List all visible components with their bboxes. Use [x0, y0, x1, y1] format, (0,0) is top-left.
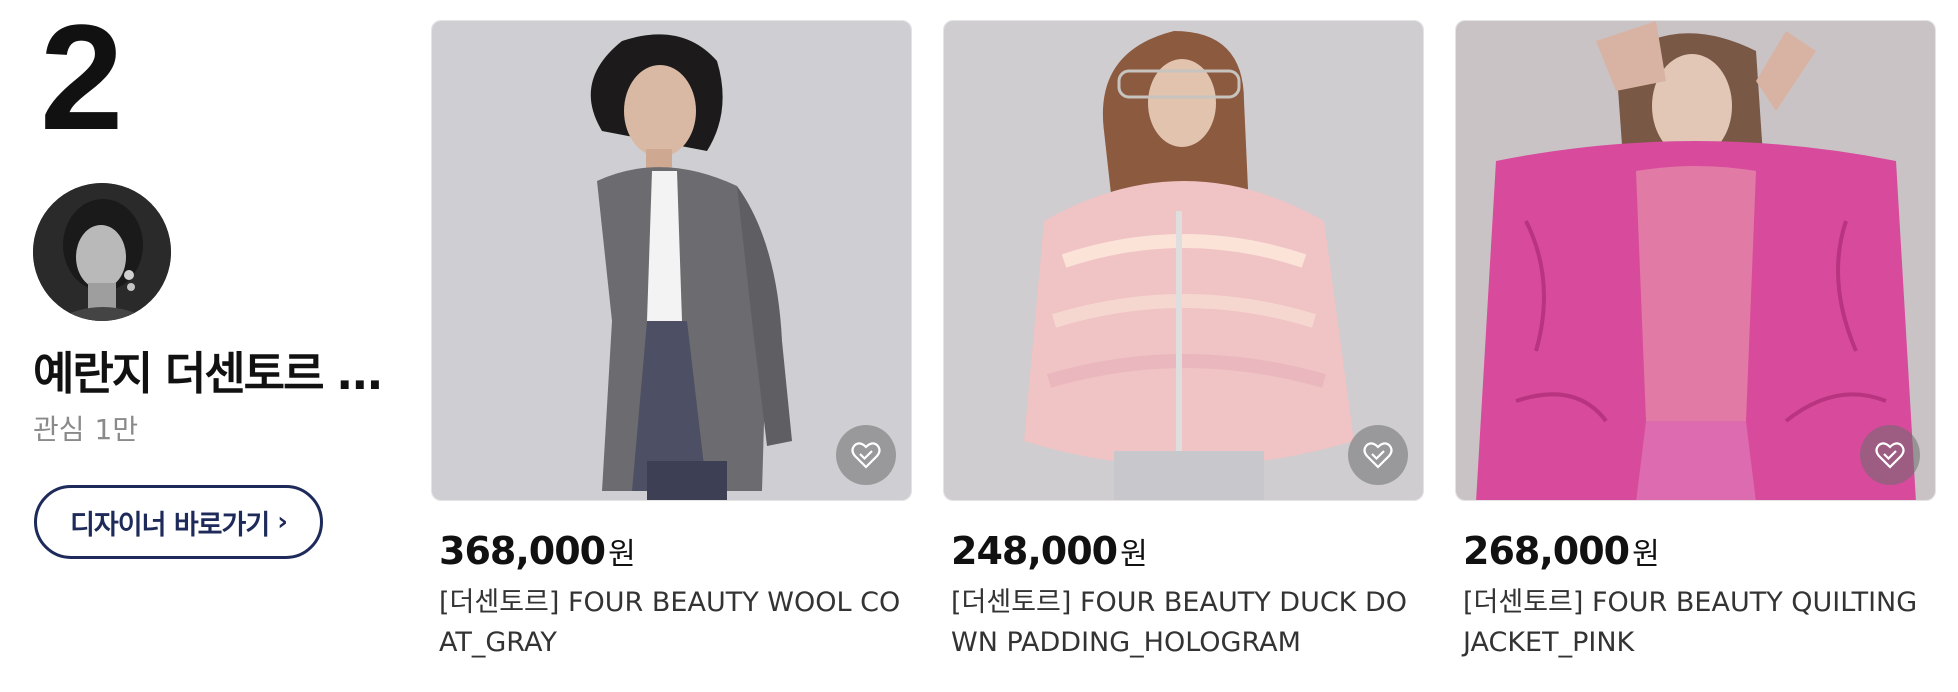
product-title[interactable]: [더센토르] FOUR BEAUTY QUILTING JACKET_PINK: [1463, 583, 1933, 663]
wishlist-button[interactable]: [1860, 425, 1920, 485]
interest-count: 1만: [94, 413, 139, 446]
currency-label: 원: [1120, 537, 1148, 572]
price: 368,000 원: [439, 529, 912, 577]
price-value: 368,000: [439, 529, 606, 573]
rank-number: 2: [40, 0, 123, 161]
product-title[interactable]: [더센토르] FOUR BEAUTY WOOL COAT_GRAY: [439, 583, 909, 663]
interest-info: 관심 1만: [33, 410, 138, 450]
product-card[interactable]: 248,000 원 [더센토르] FOUR BEAUTY DUCK DOWN PA…: [943, 20, 1424, 663]
designer-name[interactable]: 예란지 더센토르 ...: [33, 346, 393, 402]
price-value: 268,000: [1463, 529, 1630, 573]
heart-check-icon: [1363, 442, 1393, 469]
price: 248,000 원: [951, 529, 1424, 577]
wishlist-button[interactable]: [836, 425, 896, 485]
product-card[interactable]: 268,000 원 [더센토르] FOUR BEAUTY QUILTING JAC…: [1455, 20, 1936, 663]
product-image[interactable]: [943, 20, 1424, 501]
currency-label: 원: [1632, 537, 1660, 572]
product-title[interactable]: [더센토르] FOUR BEAUTY DUCK DOWN PADDING_HOL…: [951, 583, 1421, 663]
price-value: 248,000: [951, 529, 1118, 573]
product-photo-pink-quilted-jacket: [1456, 21, 1935, 500]
product-photo-hologram-puffer: [944, 21, 1423, 500]
interest-label: 관심: [33, 413, 85, 446]
product-photo-gray-coat: [432, 21, 911, 500]
go-to-designer-label: 디자이너 바로가기: [70, 509, 270, 541]
product-image[interactable]: [1455, 20, 1936, 501]
heart-check-icon: [851, 442, 881, 469]
heart-check-icon: [1875, 442, 1905, 469]
product-image[interactable]: [431, 20, 912, 501]
designer-avatar[interactable]: [33, 183, 171, 321]
wishlist-button[interactable]: [1348, 425, 1408, 485]
chevron-right-icon: ›: [277, 507, 288, 537]
price: 268,000 원: [1463, 529, 1936, 577]
go-to-designer-button[interactable]: 디자이너 바로가기 ›: [34, 485, 323, 559]
currency-label: 원: [608, 537, 636, 572]
avatar-image: [33, 183, 171, 321]
product-card[interactable]: 368,000 원 [더센토르] FOUR BEAUTY WOOL COAT_GR…: [431, 20, 912, 663]
